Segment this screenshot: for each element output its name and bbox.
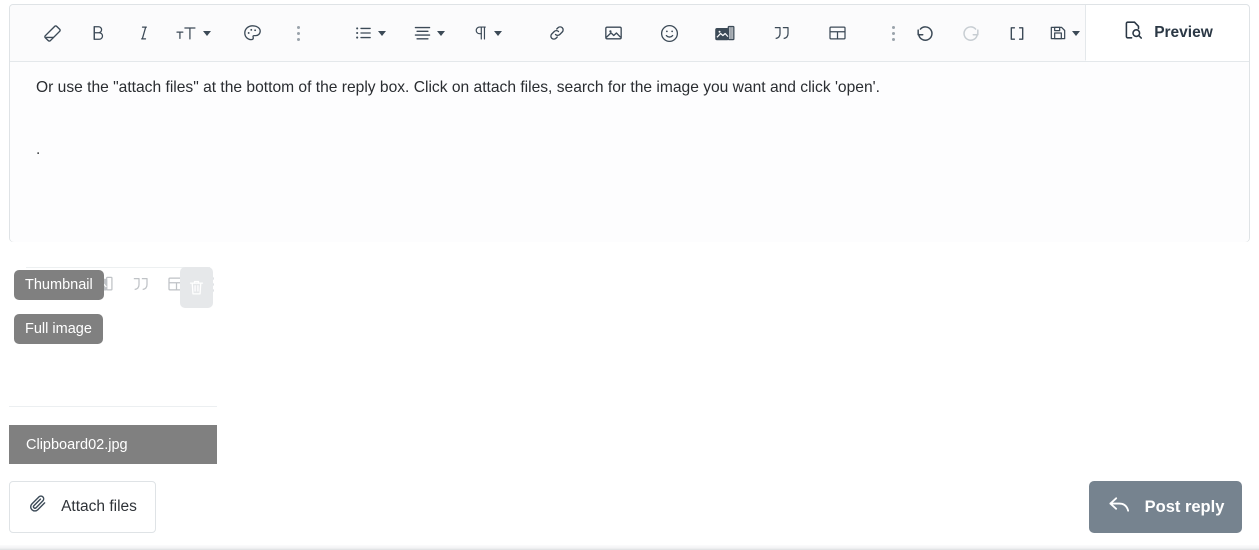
paperclip-icon — [28, 494, 49, 520]
toolbar-left-group — [34, 5, 911, 61]
bulleted-list-icon[interactable] — [350, 16, 389, 50]
chevron-down-icon — [203, 31, 211, 36]
more-options-kebab-icon-2[interactable] — [875, 16, 911, 50]
undo-icon[interactable] — [907, 16, 943, 50]
font-size-icon[interactable] — [172, 16, 214, 50]
post-reply-label: Post reply — [1145, 498, 1225, 517]
full-image-label: Full image — [25, 321, 92, 337]
page-bottom-divider — [0, 545, 1259, 550]
redo-icon[interactable] — [953, 16, 989, 50]
attach-files-button[interactable]: Attach files — [9, 481, 156, 533]
italic-icon[interactable] — [126, 16, 162, 50]
brackets-icon[interactable] — [999, 16, 1035, 50]
full-image-option-button[interactable]: Full image — [14, 314, 103, 344]
reply-editor: Preview Or use the "attach files" at the… — [9, 4, 1250, 242]
text-align-icon[interactable] — [409, 16, 448, 50]
chevron-down-icon — [378, 31, 386, 36]
editor-text-area[interactable]: Or use the "attach files" at the bottom … — [10, 62, 1249, 242]
preview-icon — [1122, 19, 1144, 46]
thumbnail-option-button[interactable]: Thumbnail — [14, 270, 104, 300]
save-draft-icon[interactable] — [1045, 16, 1083, 50]
editor-paragraph-1: Or use the "attach files" at the bottom … — [36, 76, 1225, 100]
chevron-down-icon — [1072, 31, 1080, 36]
quote-icon[interactable] — [763, 16, 799, 50]
paragraph-format-icon[interactable] — [468, 16, 505, 50]
chevron-down-icon — [494, 31, 502, 36]
preview-button[interactable]: Preview — [1085, 5, 1249, 61]
gallery-icon[interactable] — [707, 16, 743, 50]
attach-files-label: Attach files — [61, 498, 137, 516]
post-reply-button[interactable]: Post reply — [1089, 481, 1242, 533]
image-icon[interactable] — [595, 16, 631, 50]
attachment-filename-bar[interactable]: Clipboard02.jpg — [9, 425, 217, 464]
editor-toolbar: Preview — [10, 5, 1249, 62]
chevron-down-icon — [437, 31, 445, 36]
bold-icon[interactable] — [80, 16, 116, 50]
attachment-filename: Clipboard02.jpg — [26, 437, 128, 453]
color-palette-icon[interactable] — [234, 16, 270, 50]
delete-attachment-button[interactable] — [180, 267, 213, 308]
ghost-quote-icon — [125, 274, 155, 294]
more-options-kebab-icon[interactable] — [280, 16, 316, 50]
thumbnail-label: Thumbnail — [25, 277, 93, 293]
trash-icon — [187, 278, 206, 297]
reply-arrow-icon — [1107, 493, 1132, 521]
preview-label: Preview — [1154, 24, 1213, 42]
toolbar-right-group — [907, 5, 1083, 61]
table-icon[interactable] — [819, 16, 855, 50]
editor-paragraph-2: . — [36, 138, 1225, 162]
emoji-icon[interactable] — [651, 16, 687, 50]
link-icon[interactable] — [539, 16, 575, 50]
eraser-icon[interactable] — [34, 16, 70, 50]
